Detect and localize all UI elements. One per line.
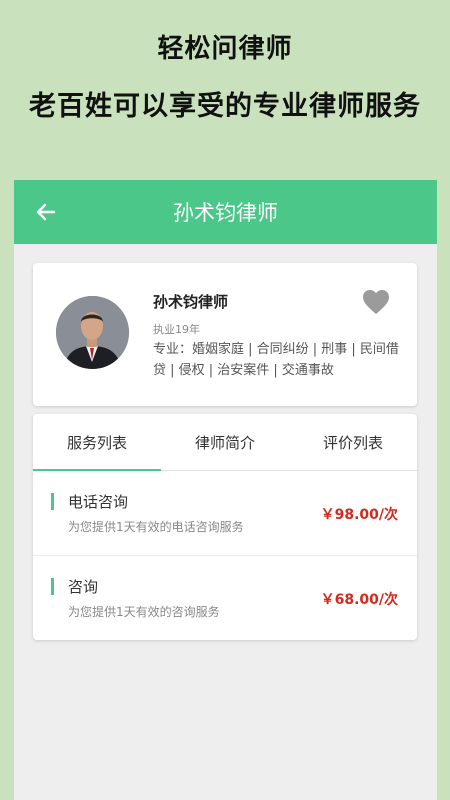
avatar <box>56 296 129 369</box>
service-description: 为您提供1天有效的咨询服务 <box>68 605 220 619</box>
specialty-list: 专业：婚姻家庭 | 合同纠纷 | 刑事 | 民间借贷 | 侵权 | 治安案件 |… <box>153 342 399 378</box>
service-title: 电话咨询 <box>68 493 129 511</box>
lawyer-name: 孙术钧律师 <box>153 293 229 311</box>
app-screen: 孙术钧律师 孙术钧律师 执业19年 专业：婚姻家庭 | 合同纠纷 | 刑事 | … <box>14 180 437 800</box>
app-bar: 孙术钧律师 <box>14 180 437 244</box>
tab-reviews[interactable]: 评价列表 <box>289 414 417 470</box>
lawyer-photo <box>56 296 129 369</box>
practice-years: 执业19年 <box>153 323 200 336</box>
service-description: 为您提供1天有效的电话咨询服务 <box>68 520 244 534</box>
accent-bar <box>51 493 54 510</box>
heart-icon <box>363 290 389 314</box>
promo-subtitle: 老百姓可以享受的专业律师服务 <box>29 91 421 122</box>
back-button[interactable] <box>32 198 60 226</box>
tab-bar: 服务列表 律师简介 评价列表 <box>33 414 417 471</box>
accent-bar <box>51 578 54 595</box>
lawyer-profile-card: 孙术钧律师 执业19年 专业：婚姻家庭 | 合同纠纷 | 刑事 | 民间借贷 |… <box>33 263 417 406</box>
tab-lawyer-intro[interactable]: 律师简介 <box>161 414 289 470</box>
arrow-left-icon <box>36 203 56 221</box>
service-price: ￥98.00/次 <box>320 507 398 523</box>
page-title: 孙术钧律师 <box>173 201 278 225</box>
service-price: ￥68.00/次 <box>320 592 398 608</box>
service-title: 咨询 <box>68 578 99 596</box>
favorite-button[interactable] <box>362 289 390 315</box>
service-card: 服务列表 律师简介 评价列表 电话咨询 为您提供1天有效的电话咨询服务 ￥98.… <box>33 414 417 640</box>
tab-service-list[interactable]: 服务列表 <box>33 414 161 471</box>
service-item-consult[interactable]: 咨询 为您提供1天有效的咨询服务 ￥68.00/次 <box>33 555 417 639</box>
promo-title: 轻松问律师 <box>157 34 293 64</box>
service-item-phone-consult[interactable]: 电话咨询 为您提供1天有效的电话咨询服务 ￥98.00/次 <box>33 471 417 555</box>
